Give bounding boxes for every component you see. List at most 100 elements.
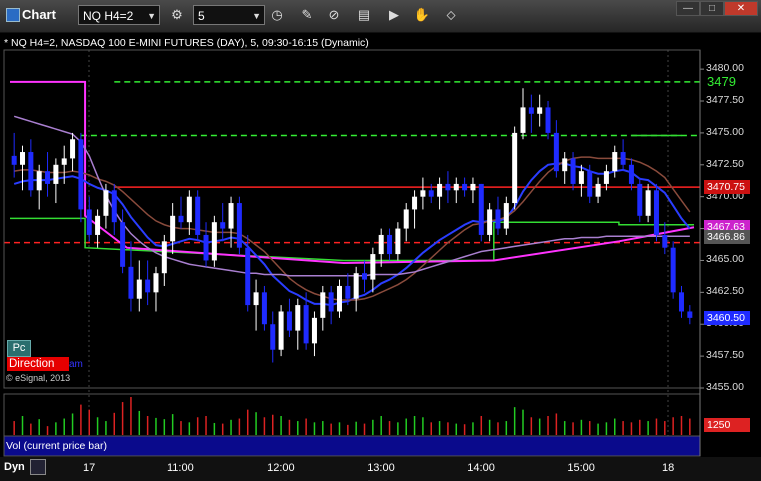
candle-body xyxy=(195,196,201,235)
candle-body xyxy=(395,228,401,255)
candle-body xyxy=(270,324,276,350)
y-tick-label: 3480.00 xyxy=(706,62,744,75)
candle-body xyxy=(220,222,226,229)
candle-body xyxy=(420,190,426,197)
x-tick-label: 17 xyxy=(83,462,96,474)
price-badge: 3479 xyxy=(704,74,750,89)
candle-body xyxy=(286,311,292,331)
candle-body xyxy=(653,190,659,235)
candle-body xyxy=(462,183,468,191)
candle-body xyxy=(678,292,684,312)
price-badge: 3470.75 xyxy=(704,180,750,195)
candle-body xyxy=(362,273,368,280)
candle-body xyxy=(637,183,643,216)
candle-body xyxy=(145,279,151,293)
candle-body xyxy=(453,183,459,191)
y-tick-label: 3475.00 xyxy=(706,125,744,138)
candle-body xyxy=(687,311,693,318)
candle-body xyxy=(537,107,543,114)
candle-body xyxy=(553,132,559,172)
candle-body xyxy=(186,196,192,223)
y-tick-label: 3472.50 xyxy=(706,157,744,170)
candle-body xyxy=(311,317,317,344)
green-step-line xyxy=(10,217,694,262)
candle-body xyxy=(478,183,484,235)
candle-body xyxy=(170,215,176,242)
candle-body xyxy=(570,158,576,184)
direction-legend[interactable]: Direction xyxy=(7,357,69,371)
candle-body xyxy=(370,254,376,280)
candle-body xyxy=(261,292,267,325)
x-tick-label: 12:00 xyxy=(267,462,295,474)
candle-body xyxy=(670,247,676,293)
candle-body xyxy=(78,139,84,210)
candle-body xyxy=(303,305,309,344)
price-badge: 3466.86 xyxy=(704,229,750,244)
candle-body xyxy=(103,190,109,216)
candle-body xyxy=(603,171,609,184)
candle-body xyxy=(587,171,593,197)
candle-body xyxy=(70,139,76,159)
candle-body xyxy=(620,152,626,165)
candle-body xyxy=(161,241,167,274)
candle-body xyxy=(278,311,284,350)
direction-suffix: am xyxy=(69,359,83,370)
candle-body xyxy=(111,190,117,223)
copyright-text: © eSignal, 2013 xyxy=(6,373,71,383)
candle-body xyxy=(203,234,209,261)
candle-body xyxy=(487,209,493,235)
candle-body xyxy=(128,266,134,299)
candle-body xyxy=(120,222,126,267)
pc-legend[interactable]: Pc xyxy=(7,340,31,357)
candle-body xyxy=(470,183,476,191)
y-tick-label: 3455.00 xyxy=(706,381,744,393)
x-tick-label: 15:00 xyxy=(567,462,595,474)
candle-body xyxy=(437,183,443,197)
candle-body xyxy=(545,107,551,133)
volume-frame xyxy=(3,393,701,437)
candle-body xyxy=(95,215,101,235)
scale-icon[interactable] xyxy=(30,459,46,475)
candle-body xyxy=(628,164,634,184)
candle-body xyxy=(228,203,234,229)
candle-body xyxy=(53,164,59,184)
candle-body xyxy=(428,190,434,197)
candle-body xyxy=(445,183,451,191)
candle-body xyxy=(412,196,418,210)
candle-body xyxy=(495,209,501,229)
candle-body xyxy=(153,273,159,293)
candle-body xyxy=(20,152,26,165)
dyn-label[interactable]: Dyn xyxy=(4,461,25,473)
candle-body xyxy=(520,107,526,133)
candle-body xyxy=(562,158,568,172)
candle-body xyxy=(512,132,518,204)
candle-body xyxy=(61,158,67,165)
plot-frame xyxy=(3,49,701,389)
candle-body xyxy=(378,234,384,255)
y-tick-label: 3477.50 xyxy=(706,94,744,107)
candle-body xyxy=(345,285,351,299)
candle-body xyxy=(645,190,651,216)
candle-body xyxy=(578,171,584,184)
candle-body xyxy=(403,209,409,229)
candle-body xyxy=(253,292,259,306)
candle-body xyxy=(328,292,334,312)
candle-body xyxy=(86,209,92,235)
candle-body xyxy=(245,247,251,306)
candle-body xyxy=(387,234,393,255)
candle-body xyxy=(11,155,17,165)
candle-body xyxy=(28,152,34,191)
candle-body xyxy=(320,292,326,318)
candle-body xyxy=(503,203,509,229)
price-chart[interactable] xyxy=(0,0,761,481)
candle-body xyxy=(353,273,359,299)
volume-label: Vol (current price bar) xyxy=(6,440,107,452)
candle-body xyxy=(336,285,342,312)
candle-body xyxy=(178,215,184,223)
candle-body xyxy=(612,152,618,172)
price-badge: 3460.50 xyxy=(704,310,750,325)
candle-body xyxy=(662,234,668,248)
candle-body xyxy=(528,107,534,114)
candle-body xyxy=(595,183,601,197)
candle-body xyxy=(211,222,217,261)
